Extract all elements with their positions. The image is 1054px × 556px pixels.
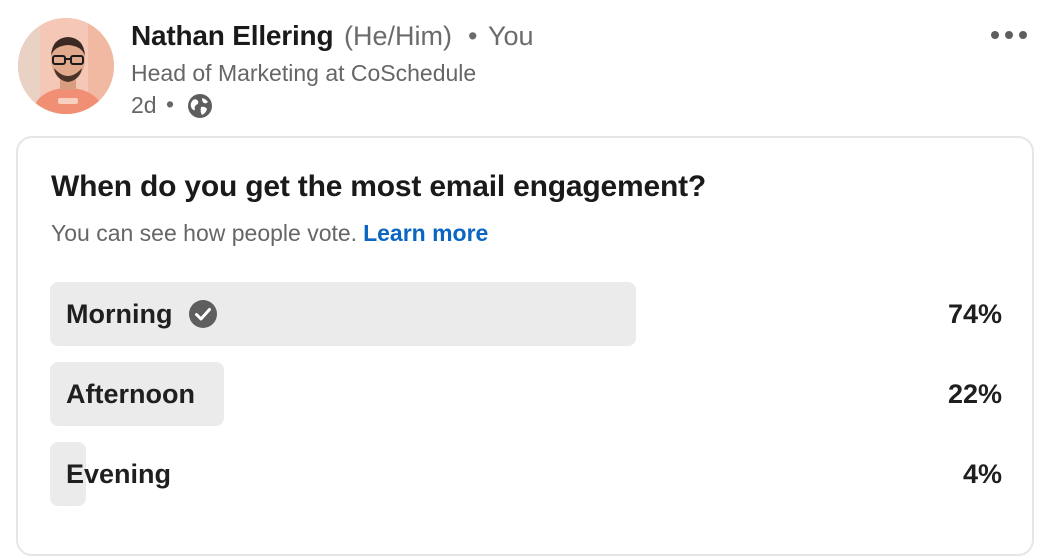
author-name[interactable]: Nathan Ellering xyxy=(131,20,334,52)
poll-option-label: Evening xyxy=(66,459,172,489)
poll-option-percent: 4% xyxy=(962,459,1002,489)
poll-visibility-note: You can see how people vote. Learn more xyxy=(51,220,488,247)
avatar[interactable] xyxy=(18,18,114,114)
relation-label: You xyxy=(488,21,534,51)
poll-option-label-wrap: Evening xyxy=(66,442,171,506)
poll-option-label-wrap: Afternoon xyxy=(66,362,195,426)
poll-option-label: Morning xyxy=(66,299,173,329)
profile-photo xyxy=(18,18,114,114)
poll-note-text: You can see how people vote. xyxy=(51,220,358,246)
learn-more-link[interactable]: Learn more xyxy=(363,220,488,246)
globe-icon xyxy=(188,94,212,118)
separator-dot: • xyxy=(166,91,175,117)
poll-option-label: Afternoon xyxy=(66,379,195,409)
author-headline: Head of Marketing at CoSchedule xyxy=(131,60,477,86)
poll-option-morning[interactable]: Morning 74% xyxy=(50,282,1002,346)
poll-option-percent: 22% xyxy=(947,379,1002,409)
author-pronouns: (He/Him) xyxy=(344,21,452,51)
post-timestamp[interactable]: 2d xyxy=(131,92,157,119)
more-dot xyxy=(1005,31,1013,39)
more-horizontal-icon xyxy=(991,31,999,39)
poll-option-label-wrap: Morning xyxy=(66,282,218,346)
separator-dot: • xyxy=(468,21,478,51)
poll-option-percent: 74% xyxy=(947,299,1002,329)
poll-question: When do you get the most email engagemen… xyxy=(51,170,706,203)
more-dot xyxy=(1019,31,1027,39)
poll-option-evening[interactable]: Evening 4% xyxy=(50,442,1002,506)
more-options-button[interactable] xyxy=(984,22,1034,48)
poll-option-afternoon[interactable]: Afternoon 22% xyxy=(50,362,1002,426)
check-circle-icon xyxy=(189,300,218,328)
